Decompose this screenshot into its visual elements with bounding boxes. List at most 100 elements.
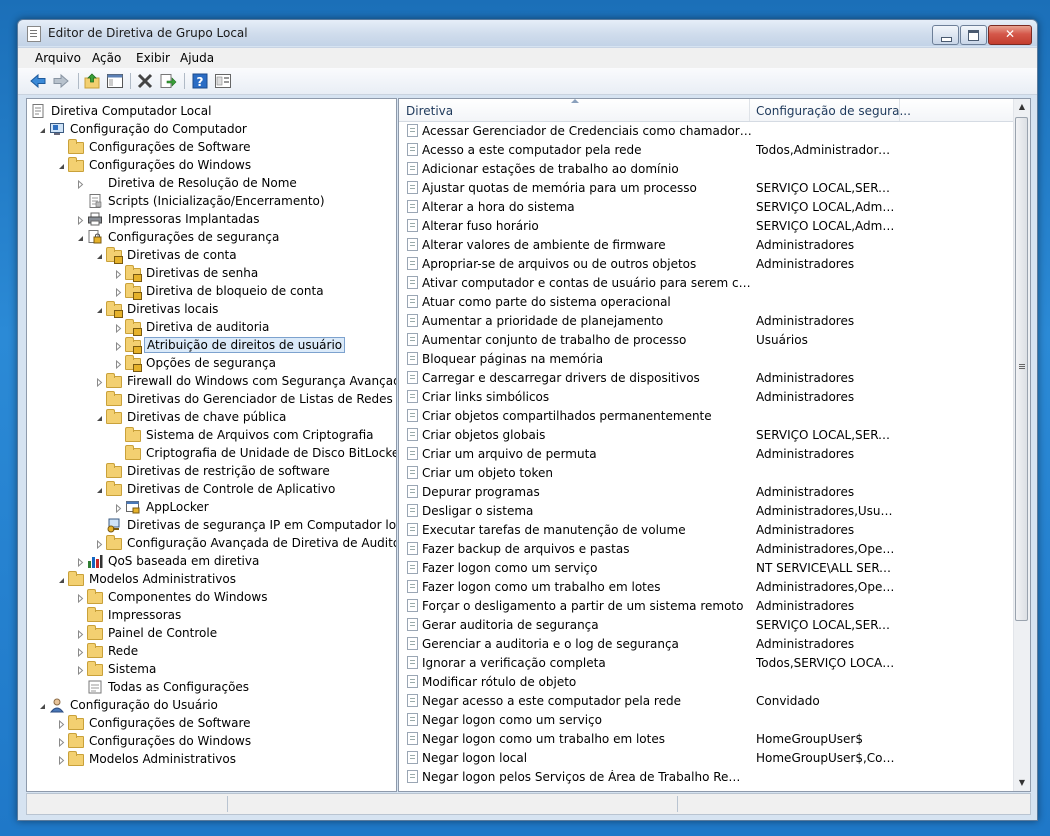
collapse-icon[interactable]: [95, 412, 104, 421]
tree-item[interactable]: Rede: [27, 642, 396, 660]
expand-icon[interactable]: [114, 358, 123, 370]
expand-icon[interactable]: [57, 736, 66, 748]
policy-row[interactable]: Negar acesso a este computador pela rede…: [399, 691, 1014, 710]
expand-icon[interactable]: [95, 538, 104, 550]
scroll-down-icon[interactable]: ▼: [1014, 775, 1030, 791]
tree-item[interactable]: Configurações de Software: [27, 138, 396, 156]
collapse-icon[interactable]: [95, 484, 104, 493]
expand-icon[interactable]: [76, 646, 85, 658]
app-icon[interactable]: [27, 26, 41, 42]
column-diretiva[interactable]: Diretiva: [406, 104, 453, 118]
tree-item[interactable]: Opções de segurança: [27, 354, 396, 372]
tree-item[interactable]: Sistema de Arquivos com Criptografia: [27, 426, 396, 444]
tree-item[interactable]: Modelos Administrativos: [27, 750, 396, 768]
policy-row[interactable]: Acesso a este computador pela rede Todos,…: [399, 140, 1014, 159]
policy-row[interactable]: Atuar como parte do sistema operacional: [399, 292, 1014, 311]
export-list-icon[interactable]: [159, 72, 177, 90]
minimize-button[interactable]: [932, 25, 959, 45]
properties-icon[interactable]: [214, 72, 232, 90]
expand-icon[interactable]: [76, 178, 85, 190]
tree-item[interactable]: Diretivas de senha: [27, 264, 396, 282]
policy-row[interactable]: Negar logon como um serviço: [399, 710, 1014, 729]
tree-item[interactable]: Diretiva Computador Local: [27, 102, 396, 120]
collapse-icon[interactable]: [95, 304, 104, 313]
policy-row[interactable]: Ignorar a verificação completa Todos,SERV…: [399, 653, 1014, 672]
policy-row[interactable]: Negar logon pelos Serviços de Área de Tr…: [399, 767, 1014, 786]
tree-item[interactable]: Configurações do Windows: [27, 156, 396, 174]
tree-item[interactable]: Modelos Administrativos: [27, 570, 396, 588]
policy-row[interactable]: Adicionar estações de trabalho ao domíni…: [399, 159, 1014, 178]
policy-row[interactable]: Bloquear páginas na memória: [399, 349, 1014, 368]
policy-row[interactable]: Desligar o sistema Administradores,Usuári…: [399, 501, 1014, 520]
policy-row[interactable]: Criar objetos globais SERVIÇO LOCAL,SERVI…: [399, 425, 1014, 444]
expand-icon[interactable]: [114, 286, 123, 298]
tree-item[interactable]: Diretiva de bloqueio de conta: [27, 282, 396, 300]
forward-icon[interactable]: [52, 72, 70, 90]
tree-item[interactable]: Painel de Controle: [27, 624, 396, 642]
policy-row[interactable]: Forçar o desligamento a partir de um sis…: [399, 596, 1014, 615]
policy-row[interactable]: Aumentar conjunto de trabalho de process…: [399, 330, 1014, 349]
maximize-button[interactable]: [960, 25, 987, 45]
policy-row[interactable]: Criar links simbólicos Administradores: [399, 387, 1014, 406]
tree-item[interactable]: Atribuição de direitos de usuário: [27, 336, 396, 354]
tree-item[interactable]: Diretiva de auditoria: [27, 318, 396, 336]
column-configuracao-seguranca[interactable]: Configuração de segura...: [756, 104, 911, 118]
policy-row[interactable]: Modificar rótulo de objeto: [399, 672, 1014, 691]
collapse-icon[interactable]: [95, 250, 104, 259]
policy-row[interactable]: Gerenciar a auditoria e o log de seguran…: [399, 634, 1014, 653]
vertical-scrollbar[interactable]: ▲ ▼: [1013, 99, 1030, 791]
show-hide-tree-icon[interactable]: [106, 72, 124, 90]
collapse-icon[interactable]: [57, 574, 66, 583]
help-icon[interactable]: ?: [191, 72, 209, 90]
tree-item[interactable]: Scripts (Inicialização/Encerramento): [27, 192, 396, 210]
policy-row[interactable]: Alterar valores de ambiente de firmware A…: [399, 235, 1014, 254]
tree-item[interactable]: Componentes do Windows: [27, 588, 396, 606]
tree-item[interactable]: Configurações de Software: [27, 714, 396, 732]
tree-item[interactable]: Configuração Avançada de Diretiva de Aud…: [27, 534, 396, 552]
tree-item[interactable]: Diretivas de segurança IP em Computador …: [27, 516, 396, 534]
expand-icon[interactable]: [76, 628, 85, 640]
menu-acao[interactable]: Ação: [92, 51, 121, 65]
tree-item[interactable]: Diretiva de Resolução de Nome: [27, 174, 396, 192]
policy-row[interactable]: Apropriar-se de arquivos ou de outros ob…: [399, 254, 1014, 273]
expand-icon[interactable]: [76, 556, 85, 568]
tree-item[interactable]: Configurações do Windows: [27, 732, 396, 750]
policy-row[interactable]: Negar logon como um trabalho em lotes Hom…: [399, 729, 1014, 748]
menu-exibir[interactable]: Exibir: [136, 51, 170, 65]
policy-row[interactable]: Ajustar quotas de memória para um proces…: [399, 178, 1014, 197]
policy-row[interactable]: Depurar programas Administradores: [399, 482, 1014, 501]
policy-row[interactable]: Criar um arquivo de permuta Administrador…: [399, 444, 1014, 463]
close-button[interactable]: ✕: [988, 25, 1032, 45]
expand-icon[interactable]: [114, 502, 123, 514]
expand-icon[interactable]: [76, 214, 85, 226]
expand-icon[interactable]: [114, 268, 123, 280]
policy-row[interactable]: Aumentar a prioridade de planejamento Adm…: [399, 311, 1014, 330]
tree-item[interactable]: Firewall do Windows com Segurança Avança…: [27, 372, 396, 390]
menu-ajuda[interactable]: Ajuda: [180, 51, 214, 65]
expand-icon[interactable]: [76, 592, 85, 604]
expand-icon[interactable]: [114, 340, 123, 352]
policy-row[interactable]: Fazer backup de arquivos e pastas Adminis…: [399, 539, 1014, 558]
tree-item[interactable]: Configuração do Computador: [27, 120, 396, 138]
expand-icon[interactable]: [57, 754, 66, 766]
expand-icon[interactable]: [76, 664, 85, 676]
expand-icon[interactable]: [114, 322, 123, 334]
collapse-icon[interactable]: [57, 160, 66, 169]
tree-item[interactable]: Configurações de segurança: [27, 228, 396, 246]
policy-row[interactable]: Carregar e descarregar drivers de dispos…: [399, 368, 1014, 387]
menu-arquivo[interactable]: Arquivo: [35, 51, 81, 65]
policy-row[interactable]: Acessar Gerenciador de Credenciais como …: [399, 121, 1014, 140]
tree-item[interactable]: Configuração do Usuário: [27, 696, 396, 714]
policy-row[interactable]: Executar tarefas de manutenção de volume…: [399, 520, 1014, 539]
scroll-up-icon[interactable]: ▲: [1014, 99, 1030, 115]
up-folder-icon[interactable]: [83, 72, 101, 90]
collapse-icon[interactable]: [38, 700, 47, 709]
policy-row[interactable]: Negar logon local HomeGroupUser$,Convi...: [399, 748, 1014, 767]
policy-row[interactable]: Fazer logon como um trabalho em lotes Adm…: [399, 577, 1014, 596]
tree-item[interactable]: Diretivas de Controle de Aplicativo: [27, 480, 396, 498]
policy-row[interactable]: Ativar computador e contas de usuário pa…: [399, 273, 1014, 292]
tree-item[interactable]: Criptografia de Unidade de Disco BitLock…: [27, 444, 396, 462]
title-bar[interactable]: Editor de Diretiva de Grupo Local ✕: [18, 20, 1037, 46]
tree-item[interactable]: Impressoras: [27, 606, 396, 624]
expand-icon[interactable]: [95, 376, 104, 388]
